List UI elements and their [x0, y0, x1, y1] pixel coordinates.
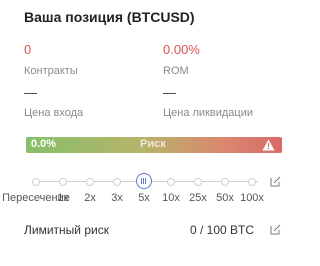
- slider-step-50x[interactable]: [221, 178, 229, 186]
- entry-price-value: —: [24, 85, 37, 100]
- edit-leverage-icon[interactable]: [270, 176, 281, 187]
- leverage-label-5x[interactable]: 5x: [138, 192, 150, 204]
- slider-step-3x[interactable]: [113, 178, 121, 186]
- liquidation-price-label: Цена ликвидации: [163, 107, 253, 119]
- slider-step-100x[interactable]: [248, 178, 256, 186]
- slider-step-1x[interactable]: [59, 178, 67, 186]
- risk-limit-label: Лимитный риск: [24, 223, 109, 237]
- risk-bar: 0.0% Риск: [26, 137, 282, 153]
- risk-label: Риск: [140, 138, 166, 150]
- contracts-value: 0: [24, 42, 32, 57]
- slider-step-2x[interactable]: [86, 178, 94, 186]
- edit-risk-limit-icon[interactable]: [270, 224, 281, 235]
- position-panel: Ваша позиция (BTCUSD) 0 0.00% Контракты …: [0, 0, 301, 266]
- rom-label: ROM: [163, 65, 189, 77]
- leverage-slider[interactable]: Пересечение 1x 2x 3x 5x 10x 25x 50x 100x: [0, 168, 301, 212]
- leverage-label-100x[interactable]: 100x: [240, 192, 264, 204]
- slider-step-cross[interactable]: [32, 178, 40, 186]
- risk-limit-value: 0 / 100 BTC: [190, 223, 255, 237]
- leverage-label-25x[interactable]: 25x: [189, 192, 207, 204]
- risk-percent: 0.0%: [31, 138, 57, 150]
- leverage-label-50x[interactable]: 50x: [216, 192, 234, 204]
- leverage-label-1x[interactable]: 1x: [57, 192, 69, 204]
- leverage-label-3x[interactable]: 3x: [111, 192, 123, 204]
- slider-step-25x[interactable]: [194, 178, 202, 186]
- leverage-label-2x[interactable]: 2x: [84, 192, 96, 204]
- rom-value: 0.00%: [163, 42, 200, 57]
- warning-icon: [262, 139, 275, 151]
- entry-price-label: Цена входа: [24, 107, 84, 119]
- leverage-label-10x[interactable]: 10x: [162, 192, 180, 204]
- slider-thumb[interactable]: [136, 173, 152, 189]
- slider-step-10x[interactable]: [167, 178, 175, 186]
- liquidation-price-value: —: [163, 85, 176, 100]
- contracts-label: Контракты: [24, 65, 78, 77]
- panel-title: Ваша позиция (BTCUSD): [24, 9, 195, 25]
